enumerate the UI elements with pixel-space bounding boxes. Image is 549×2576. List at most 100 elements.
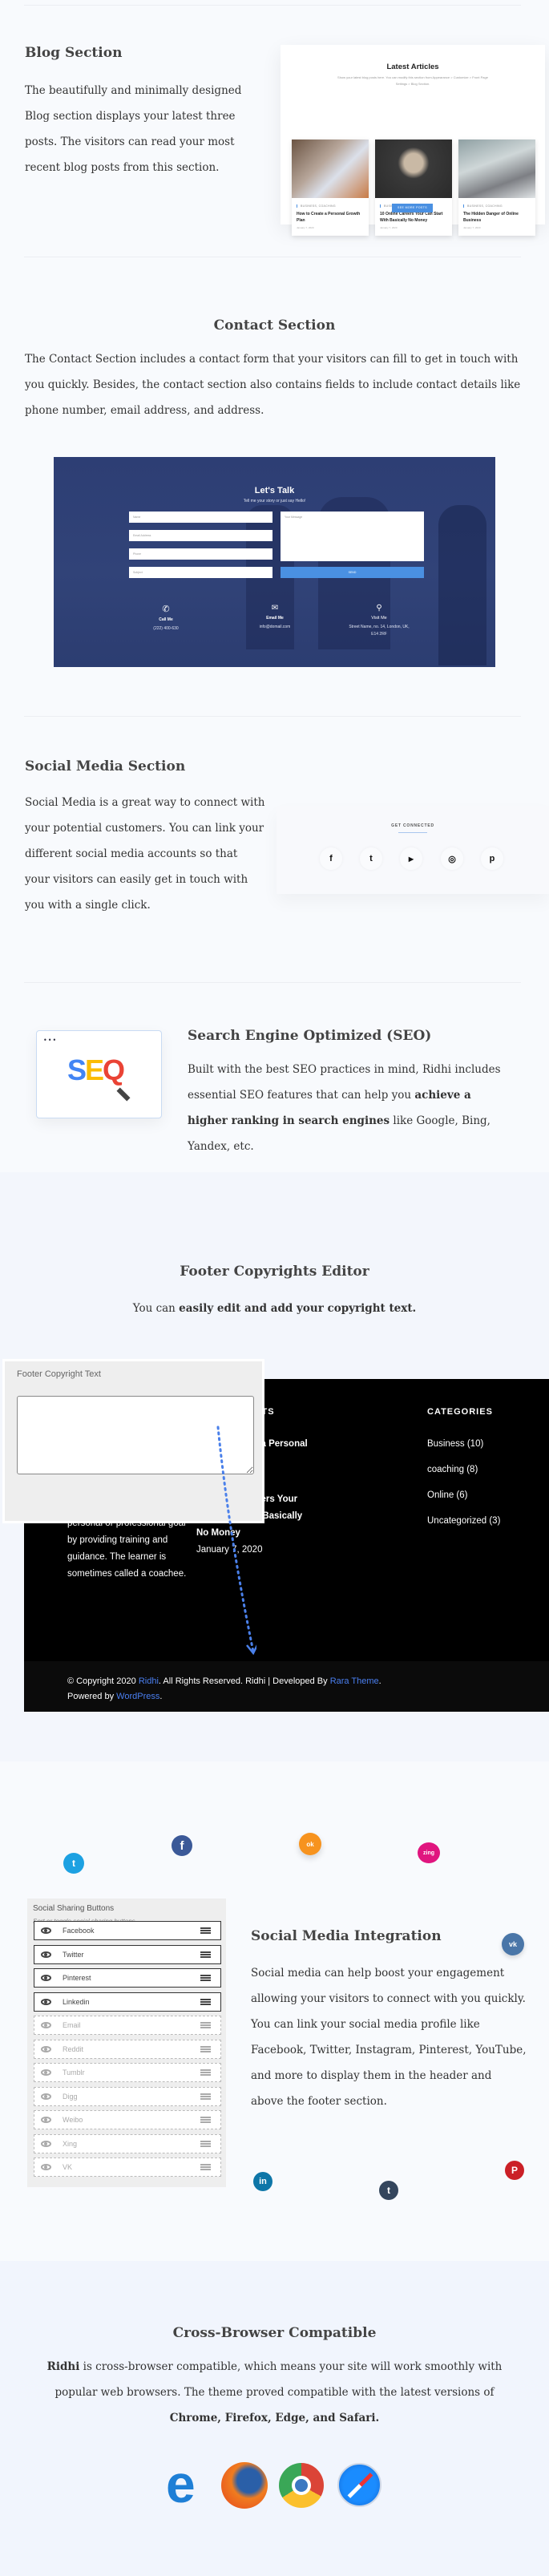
visibility-eye-icon[interactable] <box>41 2069 51 2076</box>
social-sharing-title: Social Sharing Buttons <box>33 1904 115 1913</box>
tumblr-bubble-icon: t <box>379 2181 398 2200</box>
blog-section-description: The beautifully and minimally designed B… <box>25 84 242 174</box>
subject-input[interactable]: Subject <box>129 567 272 578</box>
sharing-button-label: Xing <box>63 2139 78 2148</box>
sharing-button-label: VK <box>63 2163 73 2171</box>
sharing-button-item[interactable]: Email <box>34 2016 221 2035</box>
safari-browser-icon <box>337 2463 381 2507</box>
pinterest-bubble-icon: P <box>505 2161 524 2180</box>
sharing-button-label: Linkedin <box>63 1997 90 2006</box>
blog-post-card[interactable]: BUSINESS, ONLINE 10 Online Careers Your … <box>375 140 452 236</box>
sharing-button-label: Reddit <box>63 2044 84 2053</box>
twitter-icon[interactable]: t <box>360 847 382 870</box>
see-more-posts-button[interactable]: SEE MORE POSTS <box>392 204 433 212</box>
email-me-label: Email Me <box>266 616 284 621</box>
sharing-button-item[interactable]: VK <box>34 2157 221 2177</box>
contact-info-email: ✉ Email Me info@domail.com <box>235 604 315 629</box>
integration-section-title: Social Media Integration <box>251 1928 442 1944</box>
post-image <box>292 140 369 198</box>
footer-editor-description: You can easily edit and add your copyrig… <box>132 1302 417 1315</box>
post-title[interactable]: 10 Online Careers Your Can Start With Ba… <box>380 211 448 224</box>
name-input[interactable]: Name <box>129 512 272 523</box>
rara-theme-link[interactable]: Rara Theme <box>330 1676 379 1686</box>
visibility-eye-icon[interactable] <box>41 1975 51 1981</box>
contact-info-call: ✆ Call Me (222) 400-630 <box>126 604 206 631</box>
sharing-button-item[interactable]: Tumblr <box>34 2063 221 2082</box>
sharing-button-item[interactable]: Linkedin <box>34 1992 221 2012</box>
drag-handle-icon[interactable] <box>200 2045 211 2052</box>
visibility-eye-icon[interactable] <box>41 2117 51 2123</box>
sharing-button-item[interactable]: Facebook <box>34 1921 221 1940</box>
magnifier-handle-icon <box>116 1087 131 1102</box>
sharing-button-item[interactable]: Weibo <box>34 2110 221 2129</box>
post-category: BUSINESS, COACHING <box>463 204 535 208</box>
phone-input[interactable]: Phone <box>129 548 272 560</box>
categories-heading: CATEGORIES <box>427 1407 493 1417</box>
blog-section-title: Blog Section <box>25 45 123 61</box>
youtube-icon[interactable]: ▶ <box>400 847 422 870</box>
blog-post-card[interactable]: BUSINESS, COACHING How to Create a Perso… <box>292 140 369 236</box>
facebook-bubble-icon: f <box>172 1835 192 1856</box>
sharing-button-label: Twitter <box>63 1950 84 1959</box>
contact-preview: Let's Talk Tell me your story or just sa… <box>54 457 495 667</box>
facebook-icon[interactable]: f <box>320 847 342 870</box>
drag-handle-icon[interactable] <box>200 1998 211 2005</box>
wordpress-link[interactable]: WordPress <box>116 1692 159 1701</box>
sharing-button-item[interactable]: Digg <box>34 2086 221 2106</box>
drag-handle-icon[interactable] <box>200 2069 211 2076</box>
category-link[interactable]: Online (6) <box>427 1487 539 1504</box>
instagram-icon[interactable]: ◎ <box>441 847 463 870</box>
sharing-button-label: Email <box>63 2021 81 2029</box>
drag-handle-icon[interactable] <box>200 1975 211 1981</box>
visibility-eye-icon[interactable] <box>41 1951 51 1958</box>
visit-me-label: Visit Me <box>371 616 387 621</box>
call-me-label: Call Me <box>159 617 173 622</box>
post-title[interactable]: The Hidden Danger of Online Business <box>463 211 531 224</box>
footer-copyright-label: Footer Copyright Text <box>17 1369 101 1379</box>
visibility-eye-icon[interactable] <box>41 1998 51 2005</box>
chrome-browser-icon <box>279 2463 324 2508</box>
address-value: Street Name, no. 14, London, UK, E14 2RF <box>349 625 410 637</box>
post-date: January 7, 2020 <box>380 226 398 229</box>
drag-handle-icon[interactable] <box>200 2022 211 2028</box>
ridhi-link[interactable]: Ridhi <box>139 1676 159 1686</box>
sharing-button-item[interactable]: Twitter <box>34 1944 221 1964</box>
sharing-button-item[interactable]: Pinterest <box>34 1968 221 1988</box>
integration-section-description: Social media can help boost your engagem… <box>251 1967 527 2108</box>
sharing-button-label: Pinterest <box>63 1974 91 1982</box>
category-link[interactable]: coaching (8) <box>427 1462 539 1478</box>
sharing-button-label: Weibo <box>63 2116 83 2124</box>
drag-handle-icon[interactable] <box>200 2164 211 2170</box>
drag-handle-icon[interactable] <box>200 1951 211 1958</box>
post-date: January 7, 2020 <box>463 226 481 229</box>
sharing-button-item[interactable]: Reddit <box>34 2039 221 2059</box>
post-category: BUSINESS, COACHING <box>297 204 369 208</box>
phone-value: (222) 400-630 <box>153 626 179 631</box>
message-textarea[interactable]: Your Message <box>281 512 424 561</box>
drag-handle-icon[interactable] <box>200 2140 211 2147</box>
visibility-eye-icon[interactable] <box>41 2045 51 2052</box>
get-connected-heading: GET CONNECTED <box>391 823 434 828</box>
visibility-eye-icon[interactable] <box>41 2022 51 2028</box>
drag-handle-icon[interactable] <box>200 1927 211 1934</box>
sharing-button-item[interactable]: Xing <box>34 2133 221 2153</box>
linkedin-bubble-icon: in <box>253 2172 272 2191</box>
pinterest-icon[interactable]: p <box>481 847 503 870</box>
visibility-eye-icon[interactable] <box>41 1927 51 1934</box>
sharing-button-label: Facebook <box>63 1927 95 1935</box>
post-title[interactable]: How to Create a Personal Growth Plan <box>297 211 365 224</box>
window-dots-icon: ••• <box>43 1037 58 1044</box>
drag-handle-icon[interactable] <box>200 2117 211 2123</box>
odnoklassniki-bubble-icon: ok <box>299 1833 321 1855</box>
email-input[interactable]: Email Address <box>129 530 272 541</box>
blog-post-card[interactable]: BUSINESS, COACHING The Hidden Danger of … <box>458 140 535 236</box>
visibility-eye-icon[interactable] <box>41 2093 51 2100</box>
category-link[interactable]: Business (10) <box>427 1436 539 1453</box>
category-link[interactable]: Uncategorized (3) <box>427 1513 539 1530</box>
drag-handle-icon[interactable] <box>200 2093 211 2100</box>
vk-bubble-icon: vk <box>502 1933 524 1955</box>
visibility-eye-icon[interactable] <box>41 2164 51 2170</box>
contact-info-visit: ⚲ Visit Me Street Name, no. 14, London, … <box>347 604 411 638</box>
send-button[interactable]: SEND <box>281 567 424 578</box>
visibility-eye-icon[interactable] <box>41 2140 51 2147</box>
